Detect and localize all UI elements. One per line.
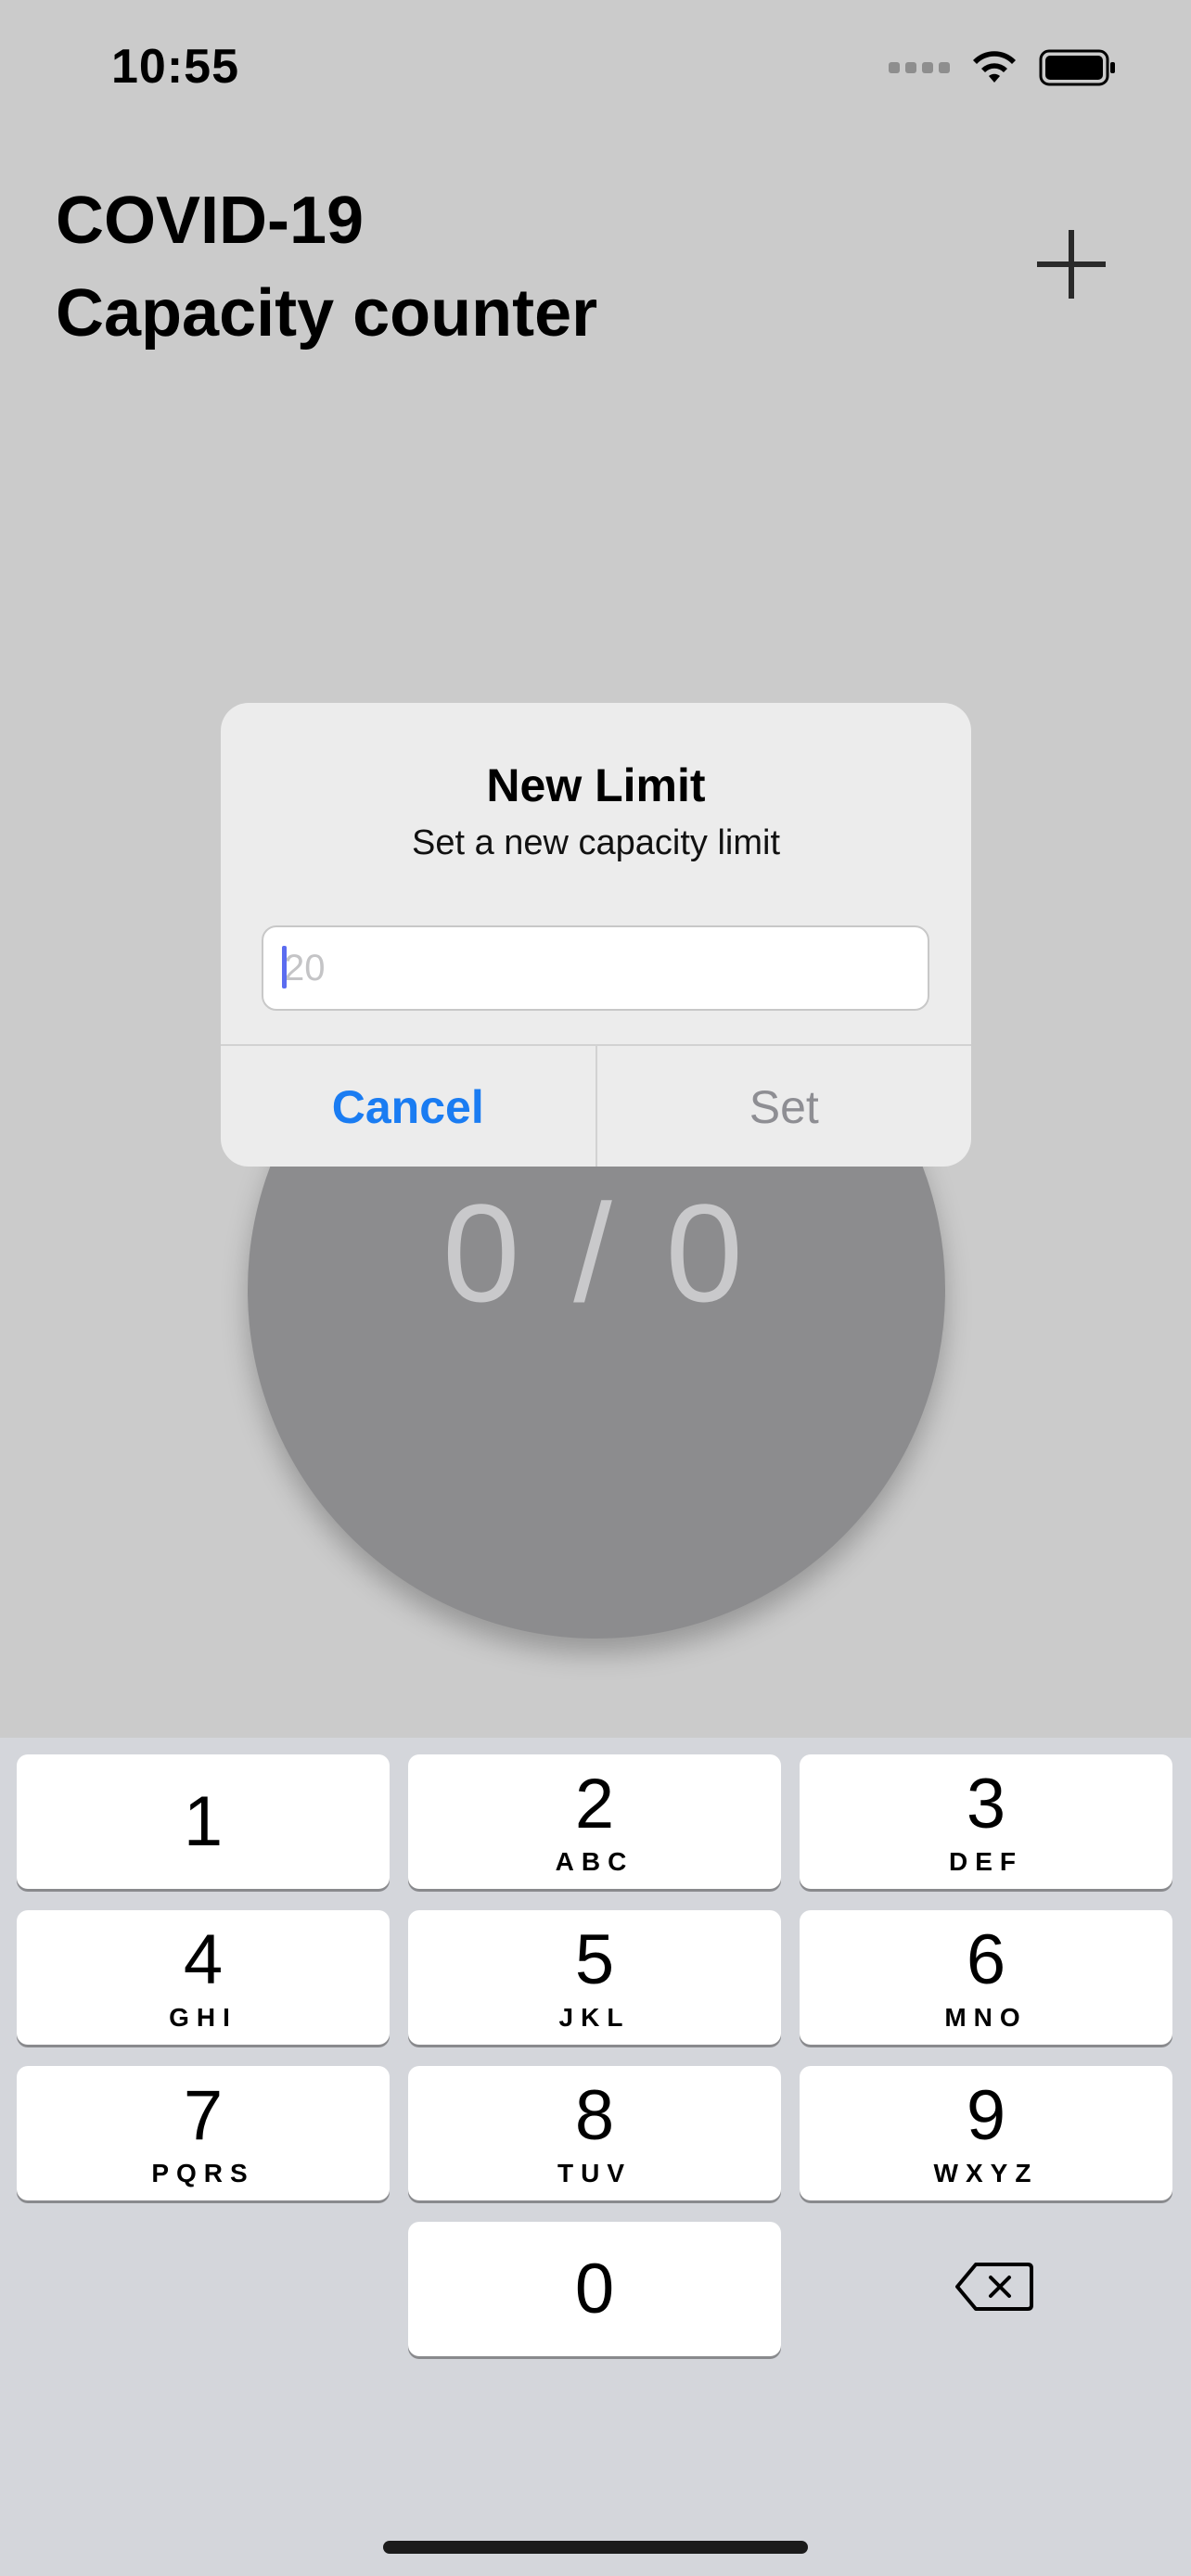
- signal-icon: [889, 62, 950, 73]
- alert-button-row: Cancel Set: [221, 1044, 971, 1167]
- key-4[interactable]: 4 GHI: [17, 1910, 390, 2045]
- key-digit: 9: [966, 2075, 1006, 2155]
- key-digit: 5: [574, 1919, 615, 1999]
- backspace-icon[interactable]: [954, 2259, 1035, 2315]
- key-digit: 3: [966, 1764, 1006, 1843]
- key-letters: MNO: [944, 2002, 1028, 2032]
- battery-icon: [1039, 49, 1115, 86]
- key-digit: 0: [574, 2249, 615, 2328]
- alert-title: New Limit: [486, 759, 706, 811]
- key-digit: 8: [574, 2075, 615, 2155]
- alert-message: Set a new capacity limit: [411, 823, 781, 862]
- key-letters: ABC: [555, 1846, 634, 1876]
- key-5[interactable]: 5 JKL: [408, 1910, 781, 2045]
- key-letters: JKL: [558, 2002, 631, 2032]
- home-indicator[interactable]: [383, 2541, 808, 2554]
- key-2[interactable]: 2 ABC: [408, 1754, 781, 1889]
- key-digit: 1: [183, 1781, 224, 1861]
- new-limit-alert: New Limit Set a new capacity limit Cance…: [221, 703, 971, 1167]
- key-digit: 4: [183, 1919, 224, 1999]
- limit-input[interactable]: [262, 925, 929, 1011]
- key-8[interactable]: 8 TUV: [408, 2066, 781, 2200]
- cancel-button[interactable]: Cancel: [221, 1046, 597, 1167]
- key-letters: TUV: [557, 2158, 632, 2187]
- title-line-2: Capacity counter: [56, 276, 598, 351]
- key-letters: WXYZ: [933, 2158, 1039, 2187]
- key-letters: GHI: [169, 2002, 237, 2032]
- key-0[interactable]: 0: [408, 2222, 781, 2356]
- key-digit: 6: [966, 1919, 1006, 1999]
- key-3[interactable]: 3 DEF: [800, 1754, 1172, 1889]
- counter-text: 0 / 0: [442, 1174, 750, 1331]
- title-line-1: COVID-19: [56, 184, 365, 258]
- plus-icon[interactable]: [1030, 223, 1113, 306]
- wifi-icon: [973, 51, 1016, 83]
- key-digit: 2: [574, 1764, 615, 1843]
- key-digit: 7: [183, 2075, 224, 2155]
- key-6[interactable]: 6 MNO: [800, 1910, 1172, 2045]
- key-1[interactable]: 1: [17, 1754, 390, 1889]
- key-9[interactable]: 9 WXYZ: [800, 2066, 1172, 2200]
- key-letters: PQRS: [151, 2158, 255, 2187]
- page-title: COVID-19 Capacity counter: [56, 174, 597, 360]
- text-caret: [282, 946, 287, 988]
- key-letters: DEF: [949, 1846, 1023, 1876]
- key-7[interactable]: 7 PQRS: [17, 2066, 390, 2200]
- status-icons: [889, 45, 1117, 91]
- set-button[interactable]: Set: [597, 1046, 972, 1167]
- status-time: 10:55: [111, 40, 239, 94]
